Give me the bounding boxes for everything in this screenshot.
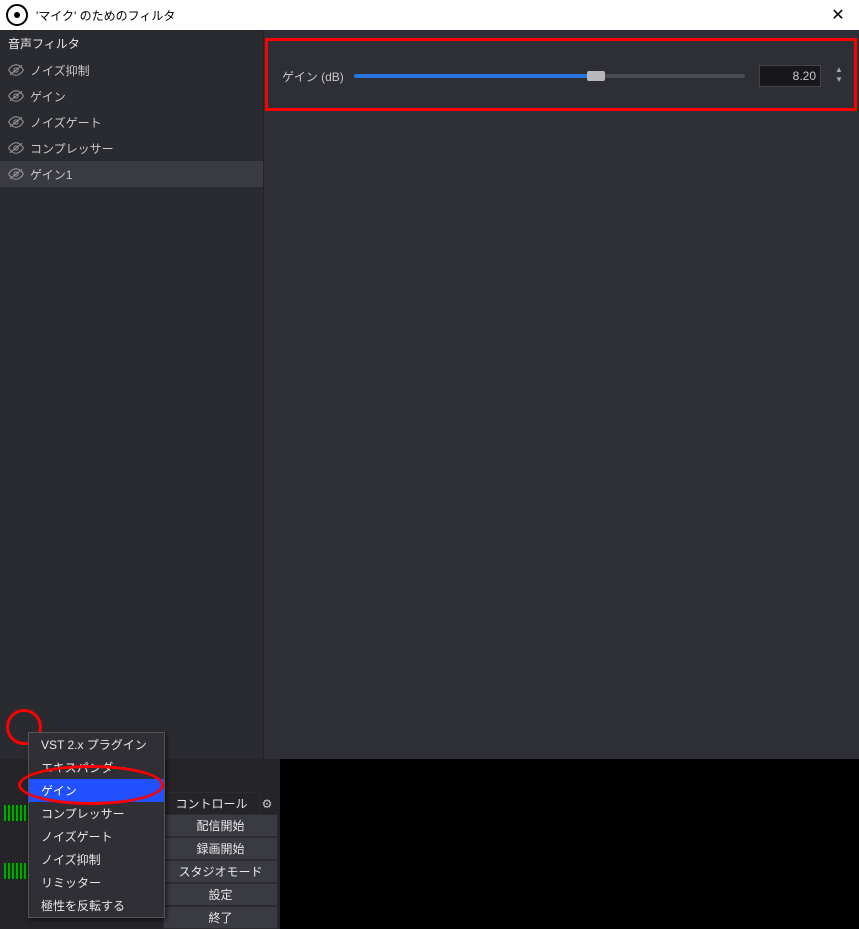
filter-item-label: ノイズ抑制: [30, 62, 90, 79]
filter-item-label: コンプレッサー: [30, 140, 114, 157]
slider-thumb[interactable]: [587, 71, 605, 81]
start-stream-button[interactable]: 配信開始: [163, 814, 278, 837]
filter-item-label: ゲイン1: [30, 166, 72, 183]
filter-dialog: 'マイク' のためのフィルタ ✕ 音声フィルタ ノイズ抑制 ゲイン ノイズゲート: [0, 0, 859, 929]
menu-item[interactable]: エキスパンダー: [29, 756, 164, 779]
studio-mode-button[interactable]: スタジオモード: [163, 860, 278, 883]
gain-value-input[interactable]: 8.20: [759, 65, 821, 87]
eye-off-icon[interactable]: [8, 64, 24, 76]
filter-item[interactable]: ノイズ抑制: [0, 57, 263, 83]
titlebar: 'マイク' のためのフィルタ ✕: [0, 0, 859, 30]
gain-slider[interactable]: [354, 67, 745, 85]
close-icon[interactable]: ✕: [823, 5, 853, 25]
filter-item[interactable]: ノイズゲート: [0, 109, 263, 135]
spin-down-icon[interactable]: ▼: [833, 76, 845, 86]
controls-panel: コントロール ⚙ 配信開始 録画開始 スタジオモード 設定 終了: [163, 793, 278, 929]
eye-off-icon[interactable]: [8, 116, 24, 128]
menu-item[interactable]: ノイズ抑制: [29, 848, 164, 871]
window-title: 'マイク' のためのフィルタ: [36, 7, 823, 24]
eye-off-icon[interactable]: [8, 142, 24, 154]
menu-item[interactable]: ノイズゲート: [29, 825, 164, 848]
spin-buttons: ▲ ▼: [833, 65, 845, 87]
gear-icon[interactable]: ⚙: [260, 797, 278, 811]
menu-item[interactable]: VST 2.x プラグイン: [29, 733, 164, 756]
menu-item-gain[interactable]: ゲイン: [29, 779, 164, 802]
gain-value: 8.20: [793, 69, 816, 83]
gain-label: ゲイン (dB): [282, 68, 344, 85]
filter-item-label: ゲイン: [30, 88, 66, 105]
eye-off-icon[interactable]: [8, 168, 24, 180]
controls-header: コントロール: [163, 792, 260, 815]
add-filter-menu: VST 2.x プラグイン エキスパンダー ゲイン コンプレッサー ノイズゲート…: [28, 732, 165, 918]
menu-item[interactable]: リミッター: [29, 871, 164, 894]
gain-row: ゲイン (dB) 8.20 ▲ ▼: [282, 62, 845, 90]
settings-button[interactable]: 設定: [163, 883, 278, 906]
app-icon: [6, 4, 28, 26]
start-record-button[interactable]: 録画開始: [163, 837, 278, 860]
eye-off-icon[interactable]: [8, 90, 24, 102]
exit-button[interactable]: 終了: [163, 906, 278, 929]
preview-area: [280, 759, 859, 929]
menu-item[interactable]: コンプレッサー: [29, 802, 164, 825]
filter-item-label: ノイズゲート: [30, 114, 102, 131]
menu-item[interactable]: 極性を反転する: [29, 894, 164, 917]
filter-item[interactable]: ゲイン: [0, 83, 263, 109]
filter-item[interactable]: コンプレッサー: [0, 135, 263, 161]
filter-item[interactable]: ゲイン1: [0, 161, 263, 187]
sidebar-section-title: 音声フィルタ: [0, 30, 263, 57]
